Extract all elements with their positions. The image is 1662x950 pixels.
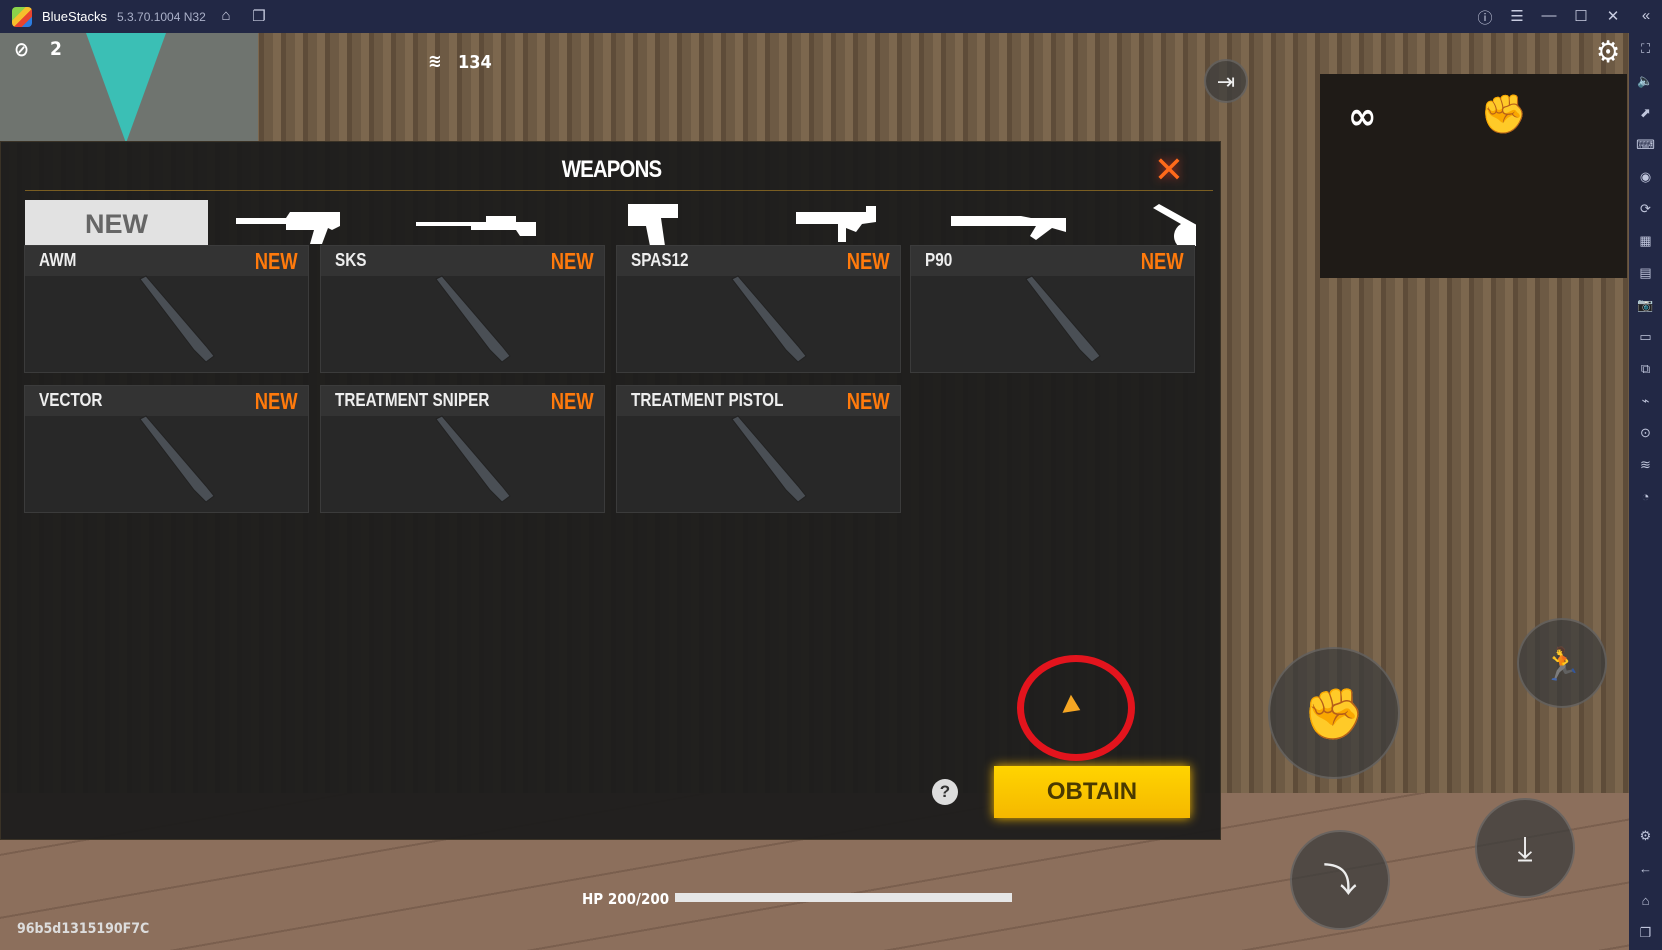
weapon-card[interactable]: TREATMENT PISTOL NEW	[616, 385, 901, 513]
bluestacks-logo	[12, 7, 32, 27]
tab-new[interactable]: NEW	[25, 200, 208, 248]
new-badge: NEW	[551, 248, 594, 274]
weapon-image	[435, 275, 511, 363]
new-badge: NEW	[1141, 248, 1184, 274]
weapon-card[interactable]: VECTOR NEW	[24, 385, 309, 513]
weapon-name: AWM	[39, 250, 77, 270]
hp-bar	[675, 893, 1012, 902]
kill-count: 2	[50, 38, 62, 60]
fullscreen-icon[interactable]: ⛶	[1629, 41, 1662, 57]
multi-window-icon[interactable]: ⧉	[1629, 361, 1662, 377]
record-icon[interactable]: ◉	[1629, 169, 1662, 185]
minimap[interactable]	[0, 33, 258, 143]
help-icon[interactable]: ⓘ	[1475, 7, 1495, 28]
app-name: BlueStacks	[42, 9, 108, 24]
weapon-card[interactable]: P90 NEW	[910, 245, 1195, 373]
recent-apps-icon[interactable]: ❐	[1629, 925, 1662, 941]
weapon-name: TREATMENT PISTOL	[631, 390, 784, 410]
assault-rifle-icon[interactable]	[231, 202, 361, 246]
new-badge: NEW	[255, 248, 298, 274]
sniper-rifle-icon[interactable]	[411, 202, 541, 246]
ping-value: 134	[458, 52, 492, 73]
punch-button[interactable]: ✊	[1268, 647, 1400, 779]
obtain-button[interactable]: OBTAIN	[994, 766, 1190, 818]
eco-mode-icon[interactable]: ⌁	[1629, 393, 1662, 409]
weapon-name: VECTOR	[39, 390, 103, 410]
weapon-image	[435, 415, 511, 503]
app-version: 5.3.70.1004 N32	[117, 10, 206, 24]
weapon-image	[139, 415, 215, 503]
infinity-icon: ∞	[1348, 94, 1377, 138]
layers-icon[interactable]: ≋	[1629, 457, 1662, 473]
collapse-sidebar-icon[interactable]: «	[1636, 7, 1656, 24]
back-icon[interactable]: ←	[1629, 861, 1662, 876]
weapon-image	[139, 275, 215, 363]
performance-icon[interactable]: ◔	[1629, 489, 1662, 504]
weapon-image	[1025, 275, 1101, 363]
pistol-icon[interactable]	[616, 202, 746, 246]
equipment-slots[interactable]: ∞ ✊	[1320, 74, 1627, 278]
maximize-icon[interactable]: ☐	[1571, 7, 1591, 25]
fist-icon[interactable]: ✊	[1480, 92, 1527, 137]
home-icon[interactable]: ⌂	[216, 7, 236, 24]
close-icon[interactable]: ✕	[1149, 150, 1189, 190]
jump-button[interactable]: 🏃	[1517, 618, 1607, 708]
macro-icon[interactable]: ▦	[1629, 233, 1662, 249]
gear-icon[interactable]: ⚙	[1596, 35, 1620, 70]
android-home-icon[interactable]: ⌂	[1629, 893, 1662, 908]
pan-icon[interactable]	[1151, 202, 1196, 246]
title-bar: BlueStacks 5.3.70.1004 N32 ⌂ ❐ ⓘ ☰ — ☐ ✕…	[0, 0, 1662, 33]
weapon-name: P90	[925, 250, 953, 270]
close-window-icon[interactable]: ✕	[1603, 7, 1623, 25]
weapon-card[interactable]: AWM NEW	[24, 245, 309, 373]
weapon-name: TREATMENT SNIPER	[335, 390, 490, 410]
wifi-icon: ≋	[428, 51, 442, 72]
game-viewport[interactable]: ⊘ 2 ≋ 134 ⇥ ⚙ ∞ ✊ WEAPONS ✕ NEW AWM NEW SK…	[0, 33, 1629, 950]
new-badge: NEW	[551, 388, 594, 414]
minimize-icon[interactable]: —	[1539, 7, 1559, 24]
multi-instance-icon[interactable]: ❐	[249, 7, 269, 25]
player-id: 96b5d1315190F7C	[17, 921, 150, 937]
weapon-image	[731, 275, 807, 363]
apk-icon[interactable]: ▤	[1629, 265, 1662, 281]
crouch-button[interactable]: ⤓	[1475, 798, 1575, 898]
exit-icon[interactable]: ⇥	[1204, 59, 1248, 103]
shotgun-icon[interactable]	[946, 202, 1076, 246]
screenshot-icon[interactable]: 📷	[1629, 297, 1662, 313]
smg-icon[interactable]	[781, 202, 911, 246]
weapon-name: SKS	[335, 250, 367, 270]
weapon-card[interactable]: SKS NEW	[320, 245, 605, 373]
new-badge: NEW	[847, 248, 890, 274]
location-icon[interactable]: ⊙	[1629, 425, 1662, 441]
pointer-icon[interactable]: ⬈	[1629, 105, 1662, 121]
weapon-card[interactable]: SPAS12 NEW	[616, 245, 901, 373]
folder-icon[interactable]: ▭	[1629, 329, 1662, 345]
settings-icon[interactable]: ⚙	[1629, 828, 1662, 844]
volume-icon[interactable]: 🔈	[1629, 73, 1662, 89]
help-button[interactable]: ?	[932, 779, 958, 805]
weapon-name: SPAS12	[631, 250, 689, 270]
new-badge: NEW	[255, 388, 298, 414]
prone-button[interactable]: ⤵	[1290, 830, 1390, 930]
keyboard-icon[interactable]: ⌨	[1629, 137, 1662, 153]
view-cone	[86, 33, 166, 143]
weapon-image	[731, 415, 807, 503]
hp-label: HP 200/200	[582, 890, 670, 908]
rotate-icon[interactable]: ⟳	[1629, 201, 1662, 217]
kill-icon: ⊘	[14, 37, 30, 61]
new-badge: NEW	[847, 388, 890, 414]
divider	[25, 190, 1213, 191]
menu-icon[interactable]: ☰	[1507, 7, 1527, 25]
panel-title: WEAPONS	[561, 156, 662, 183]
right-sidebar: ⛶ 🔈 ⬈ ⌨ ◉ ⟳ ▦ ▤ 📷 ▭ ⧉ ⌁ ⊙ ≋ ◔ ⚙ ← ⌂ ❐	[1629, 33, 1662, 950]
weapon-card[interactable]: TREATMENT SNIPER NEW	[320, 385, 605, 513]
